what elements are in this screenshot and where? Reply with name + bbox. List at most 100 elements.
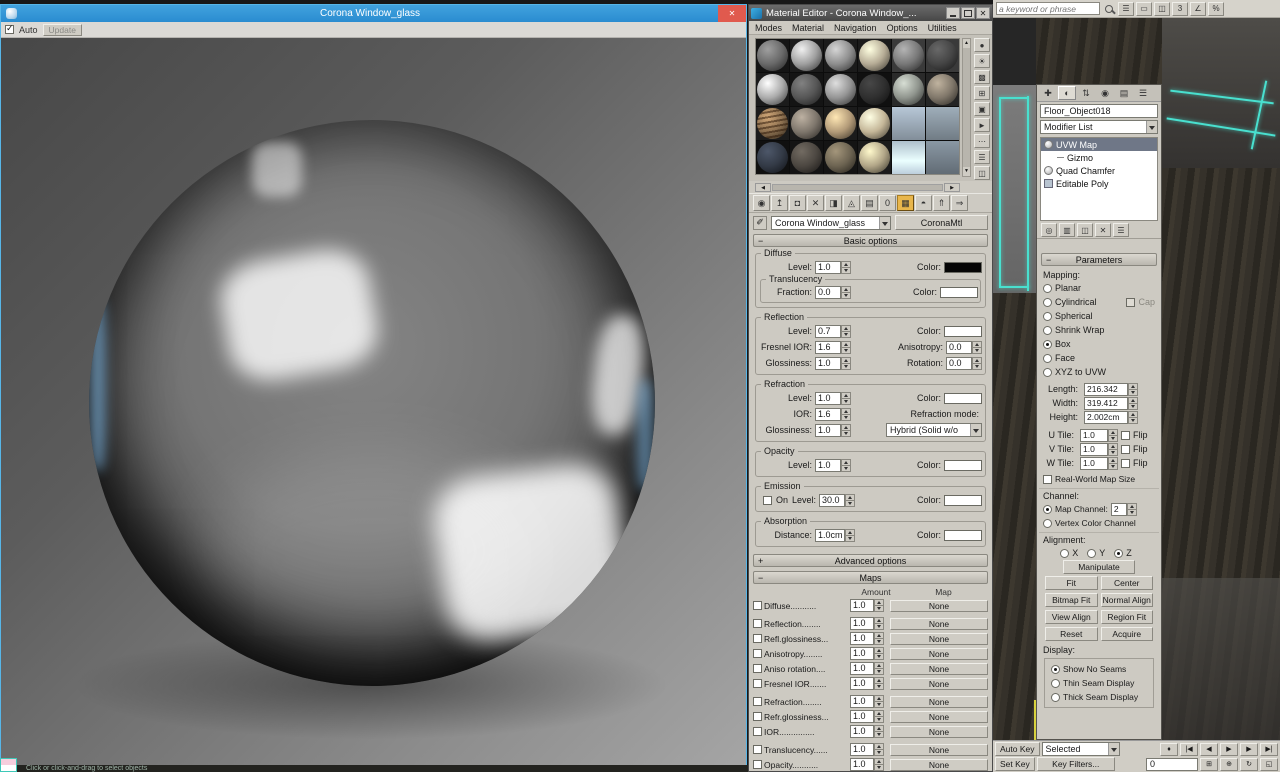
material-sample-slot[interactable] bbox=[790, 107, 823, 140]
map-none-button[interactable]: None bbox=[890, 744, 988, 756]
w-tile-spinner[interactable]: 1.0 bbox=[1080, 457, 1118, 470]
video-color-check-icon[interactable]: ▣ bbox=[974, 102, 990, 116]
spinner-down-icon[interactable] bbox=[874, 716, 884, 723]
map-none-button[interactable]: None bbox=[890, 618, 988, 630]
spinner-down-icon[interactable] bbox=[874, 638, 884, 645]
select-by-material-icon[interactable]: ☰ bbox=[974, 150, 990, 164]
material-sample-slot[interactable] bbox=[756, 39, 789, 72]
spinner-down-icon[interactable] bbox=[845, 500, 855, 507]
spinner-arrows[interactable] bbox=[874, 695, 884, 708]
get-material-icon[interactable]: ◉ bbox=[753, 195, 770, 211]
spinner-down-icon[interactable] bbox=[972, 347, 982, 354]
map-none-button[interactable]: None bbox=[890, 696, 988, 708]
spinner-down-icon[interactable] bbox=[874, 623, 884, 630]
map-enable-checkbox[interactable] bbox=[753, 601, 762, 610]
scroll-up-icon[interactable]: ▲ bbox=[963, 39, 970, 48]
spinner-value[interactable]: 1.0 bbox=[850, 617, 874, 630]
expand-icon[interactable]: + bbox=[758, 555, 763, 567]
material-sample-slot[interactable] bbox=[790, 39, 823, 72]
reflection-level-spinner[interactable]: 0.7 bbox=[815, 325, 851, 338]
manipulate-button[interactable]: Manipulate bbox=[1063, 560, 1135, 574]
refraction-mode-dropdown[interactable]: Hybrid (Solid w/o bbox=[886, 423, 982, 437]
background-checker-icon[interactable]: ▩ bbox=[974, 70, 990, 84]
make-unique-icon[interactable]: ◫ bbox=[1077, 223, 1093, 237]
close-icon[interactable] bbox=[718, 5, 746, 22]
material-sample-slot[interactable] bbox=[756, 73, 789, 106]
material-sample-slot[interactable] bbox=[858, 107, 891, 140]
go-to-parent-icon[interactable]: ⇑ bbox=[933, 195, 950, 211]
tab-utilities[interactable]: ☰ bbox=[1134, 86, 1152, 100]
backlight-icon[interactable]: ☀ bbox=[974, 54, 990, 68]
select-by-name-icon[interactable]: ☰ bbox=[1118, 2, 1134, 16]
modifier-bulb-icon[interactable] bbox=[1044, 166, 1053, 175]
menu-utilities[interactable]: Utilities bbox=[928, 23, 957, 33]
spinner-value[interactable]: 1.0 bbox=[850, 662, 874, 675]
material-sample-slot[interactable] bbox=[824, 73, 857, 106]
restore-icon[interactable] bbox=[961, 7, 975, 19]
put-material-to-scene-icon[interactable]: ↥ bbox=[771, 195, 788, 211]
width-spinner[interactable]: 319.412 bbox=[1084, 397, 1138, 410]
material-editor-titlebar[interactable]: Material Editor - Corona Window_... bbox=[749, 5, 992, 21]
refraction-color-swatch[interactable] bbox=[944, 393, 982, 404]
material-sample-slot[interactable] bbox=[824, 141, 857, 174]
map-enable-checkbox[interactable] bbox=[753, 727, 762, 736]
tab-modify[interactable]: ◐ bbox=[1058, 86, 1076, 100]
play-button[interactable]: ▶ bbox=[1220, 743, 1238, 756]
previous-frame-button[interactable]: ◀ bbox=[1200, 743, 1218, 756]
spinner-down-icon[interactable] bbox=[841, 465, 851, 472]
map-enable-checkbox[interactable] bbox=[753, 634, 762, 643]
spinner-down-icon[interactable] bbox=[1128, 403, 1138, 410]
chevron-down-icon[interactable] bbox=[970, 424, 981, 436]
angle-snap-icon[interactable]: ∠ bbox=[1190, 2, 1206, 16]
maximize-viewport-icon[interactable]: ◱ bbox=[1260, 758, 1278, 771]
make-preview-icon[interactable]: ► bbox=[974, 118, 990, 132]
sample-type-sphere-icon[interactable]: ● bbox=[974, 38, 990, 52]
object-name-field[interactable]: Floor_Object018 bbox=[1040, 104, 1158, 118]
spinner-value[interactable]: 1.0 bbox=[850, 647, 874, 660]
map-enable-checkbox[interactable] bbox=[753, 697, 762, 706]
viewport-strip-top[interactable] bbox=[1036, 18, 1162, 84]
button-center[interactable]: Center bbox=[1101, 576, 1154, 590]
go-to-start-button[interactable]: |◀ bbox=[1180, 743, 1198, 756]
spinner-down-icon[interactable] bbox=[874, 653, 884, 660]
spinner-arrows[interactable] bbox=[874, 599, 884, 612]
material-sample-slot[interactable] bbox=[926, 107, 959, 140]
orbit-icon[interactable]: ↻ bbox=[1240, 758, 1258, 771]
axis-radio-y[interactable] bbox=[1087, 549, 1096, 558]
zoom-extents-icon[interactable]: ⊞ bbox=[1200, 758, 1218, 771]
spinner-value[interactable]: 1.0 bbox=[850, 710, 874, 723]
pin-stack-icon[interactable]: ◎ bbox=[1041, 223, 1057, 237]
modifier-stack-item[interactable]: Editable Poly bbox=[1041, 177, 1157, 190]
selection-region-icon[interactable]: ▭ bbox=[1136, 2, 1152, 16]
spinner-down-icon[interactable] bbox=[874, 683, 884, 690]
go-forward-sibling-icon[interactable]: ⇒ bbox=[951, 195, 968, 211]
render-canvas[interactable] bbox=[1, 38, 746, 765]
button-normal-align[interactable]: Normal Align bbox=[1101, 593, 1154, 607]
translucency-fraction-spinner[interactable]: 0.0 bbox=[815, 286, 851, 299]
absorption-color-swatch[interactable] bbox=[944, 530, 982, 541]
material-sample-slot[interactable] bbox=[756, 141, 789, 174]
spinner-down-icon[interactable] bbox=[874, 701, 884, 708]
reset-map-icon[interactable]: ✕ bbox=[807, 195, 824, 211]
scroll-right-icon[interactable]: ▶ bbox=[944, 183, 960, 192]
spinner-down-icon[interactable] bbox=[1128, 417, 1138, 424]
spinner-value[interactable]: 1.0 bbox=[850, 725, 874, 738]
scroll-track[interactable] bbox=[772, 184, 943, 191]
map-amount-spinner[interactable]: 1.0 bbox=[850, 599, 884, 612]
spinner-arrows[interactable] bbox=[874, 677, 884, 690]
spinner-arrows[interactable] bbox=[874, 632, 884, 645]
map-none-button[interactable]: None bbox=[890, 711, 988, 723]
configure-modifier-sets-icon[interactable]: ☰ bbox=[1113, 223, 1129, 237]
collapse-icon[interactable]: − bbox=[758, 572, 763, 584]
anisotropy-spinner[interactable]: 0.0 bbox=[946, 341, 982, 354]
map-enable-checkbox[interactable] bbox=[753, 760, 762, 769]
close-icon[interactable] bbox=[976, 7, 990, 19]
spinner-down-icon[interactable] bbox=[841, 331, 851, 338]
map-channel-spinner[interactable]: 2 bbox=[1111, 503, 1137, 516]
spinner-arrows[interactable] bbox=[874, 647, 884, 660]
spinner-value[interactable]: 1.0 bbox=[850, 743, 874, 756]
map-enable-checkbox[interactable] bbox=[753, 619, 762, 628]
collapse-icon[interactable]: − bbox=[1046, 254, 1051, 266]
show-end-result-icon[interactable]: ◓ bbox=[915, 195, 932, 211]
material-sample-slot[interactable] bbox=[926, 141, 959, 174]
